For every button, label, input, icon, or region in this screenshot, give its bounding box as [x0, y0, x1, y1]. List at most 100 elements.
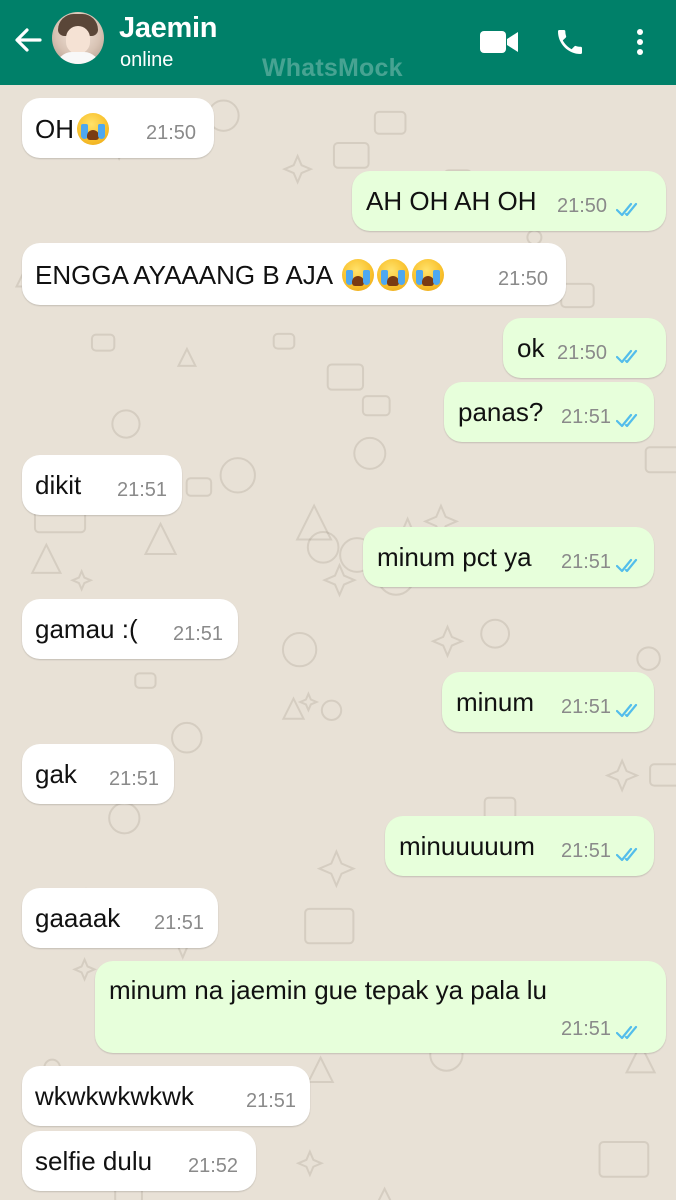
read-ticks-icon: [616, 1025, 638, 1040]
message-time: 21:51: [109, 768, 160, 790]
message-outgoing[interactable]: minum na jaemin gue tepak ya pala lu 21:…: [95, 961, 666, 1053]
crying-face-emoji-icon: [376, 259, 409, 291]
wallpaper-doodle: [332, 142, 370, 169]
message-outgoing[interactable]: ok 21:50: [503, 318, 666, 378]
message-text: ENGGA AYAAANG B AJA: [35, 259, 444, 291]
message-time: 21:51: [561, 1018, 612, 1040]
message-time: 21:51: [246, 1090, 297, 1112]
read-ticks-icon: [616, 349, 638, 364]
contact-name[interactable]: Jaemin: [119, 12, 217, 45]
message-text: gak: [35, 759, 77, 789]
wallpaper-doodle: [111, 409, 141, 439]
message-text: minum: [456, 687, 535, 717]
wallpaper-doodle: [134, 672, 157, 689]
video-call-icon[interactable]: [476, 22, 522, 62]
wallpaper-doodle: [598, 1140, 650, 1178]
message-time: 21:51: [154, 912, 205, 934]
wallpaper-doodle: [176, 346, 198, 367]
message-time: 21:51: [117, 479, 168, 501]
wallpaper-doodle: [306, 1055, 335, 1083]
wallpaper-doodle: [297, 691, 320, 713]
wallpaper-doodle: [560, 282, 595, 309]
wallpaper-doodle: [636, 646, 661, 671]
message-text: ok: [517, 333, 545, 363]
message-outgoing[interactable]: minum 21:51: [442, 672, 654, 732]
read-ticks-icon: [616, 413, 638, 428]
message-incoming[interactable]: gak 21:51: [22, 744, 174, 804]
wallpaper-doodle: [185, 477, 213, 497]
more-options-icon[interactable]: [624, 22, 656, 62]
wallpaper-doodle: [281, 153, 314, 185]
back-arrow-icon[interactable]: [12, 24, 44, 56]
message-text: minum pct ya: [377, 542, 532, 572]
message-time: 21:52: [188, 1155, 239, 1177]
read-ticks-icon: [616, 703, 638, 718]
wallpaper-doodle: [295, 1149, 325, 1178]
message-text: minum na jaemin gue tepak ya pala lu: [109, 975, 547, 1005]
wallpaper-doodle: [30, 542, 63, 574]
wallpaper-doodle: [272, 332, 296, 350]
wallpaper-doodle: [604, 758, 640, 793]
wallpaper-doodle: [373, 110, 407, 135]
wallpaper-doodle: [306, 531, 340, 564]
message-time: 21:51: [561, 840, 612, 862]
message-time: 21:50: [557, 342, 608, 364]
wallpaper-doodle: [108, 802, 141, 835]
message-incoming[interactable]: OH 21:50: [22, 98, 214, 158]
crying-face-emoji-icon: [77, 113, 109, 145]
message-outgoing[interactable]: panas? 21:51: [444, 382, 654, 442]
wallpaper-doodle: [320, 699, 343, 721]
wallpaper-doodle: [430, 624, 465, 659]
wallpaper-doodle: [353, 436, 387, 470]
message-incoming[interactable]: gaaaak 21:51: [22, 888, 218, 948]
message-text: selfie dulu: [35, 1146, 153, 1176]
message-incoming[interactable]: dikit 21:51: [22, 455, 182, 515]
read-ticks-icon: [616, 558, 638, 573]
message-time: 21:50: [557, 195, 608, 217]
message-text: AH OH AH OH: [366, 186, 537, 216]
crying-face-emoji-icon: [411, 259, 444, 291]
avatar[interactable]: [52, 12, 104, 64]
wallpaper-doodle: [377, 1186, 392, 1200]
message-time: 21:51: [561, 696, 612, 718]
message-incoming[interactable]: ENGGA AYAAANG B AJA 21:50: [22, 243, 566, 305]
wallpaper-doodle: [644, 446, 676, 474]
wallpaper-doodle: [326, 363, 365, 391]
crying-face-emoji-icon: [341, 259, 374, 291]
wallpaper-doodle: [281, 631, 318, 668]
read-ticks-icon: [616, 847, 638, 862]
wallpaper-doodle: [70, 568, 94, 592]
message-time: 21:50: [146, 122, 197, 144]
message-time: 21:51: [561, 551, 612, 573]
message-text: minuuuuum: [399, 831, 535, 861]
message-text: OH: [35, 113, 109, 145]
wallpaper-doodle: [361, 395, 391, 417]
message-time: 21:51: [561, 406, 612, 428]
read-ticks-icon: [616, 202, 638, 217]
message-time: 21:51: [173, 623, 224, 645]
app-watermark: WhatsMock: [262, 54, 403, 82]
message-incoming[interactable]: gamau :( 21:51: [22, 599, 238, 659]
wallpaper-doodle: [143, 521, 178, 556]
chat-area[interactable]: OH 21:50 AH OH AH OH 21:50 ENGGA AYAAANG…: [0, 85, 676, 1200]
message-outgoing[interactable]: AH OH AH OH 21:50: [352, 171, 666, 231]
message-text: gamau :(: [35, 614, 138, 644]
message-time: 21:50: [498, 268, 549, 290]
message-text: gaaaak: [35, 903, 121, 933]
message-text: dikit: [35, 470, 82, 500]
wallpaper-doodle: [72, 956, 98, 982]
message-text: wkwkwkwkwk: [35, 1081, 194, 1111]
wallpaper-doodle: [649, 763, 676, 787]
message-incoming[interactable]: selfie dulu 21:52: [22, 1131, 256, 1191]
message-outgoing[interactable]: minuuuuum 21:51: [385, 816, 654, 876]
wallpaper-doodle: [304, 907, 355, 945]
phone-call-icon[interactable]: [550, 22, 590, 62]
message-outgoing[interactable]: minum pct ya 21:51: [363, 527, 654, 587]
wallpaper-doodle: [90, 333, 116, 352]
contact-status: online: [120, 49, 174, 71]
wallpaper-doodle: [480, 618, 511, 649]
chat-header: Jaemin online WhatsMock: [0, 0, 676, 85]
wallpaper-doodle: [171, 721, 203, 754]
message-incoming[interactable]: wkwkwkwkwk 21:51: [22, 1066, 310, 1126]
wallpaper-doodle: [219, 457, 256, 494]
